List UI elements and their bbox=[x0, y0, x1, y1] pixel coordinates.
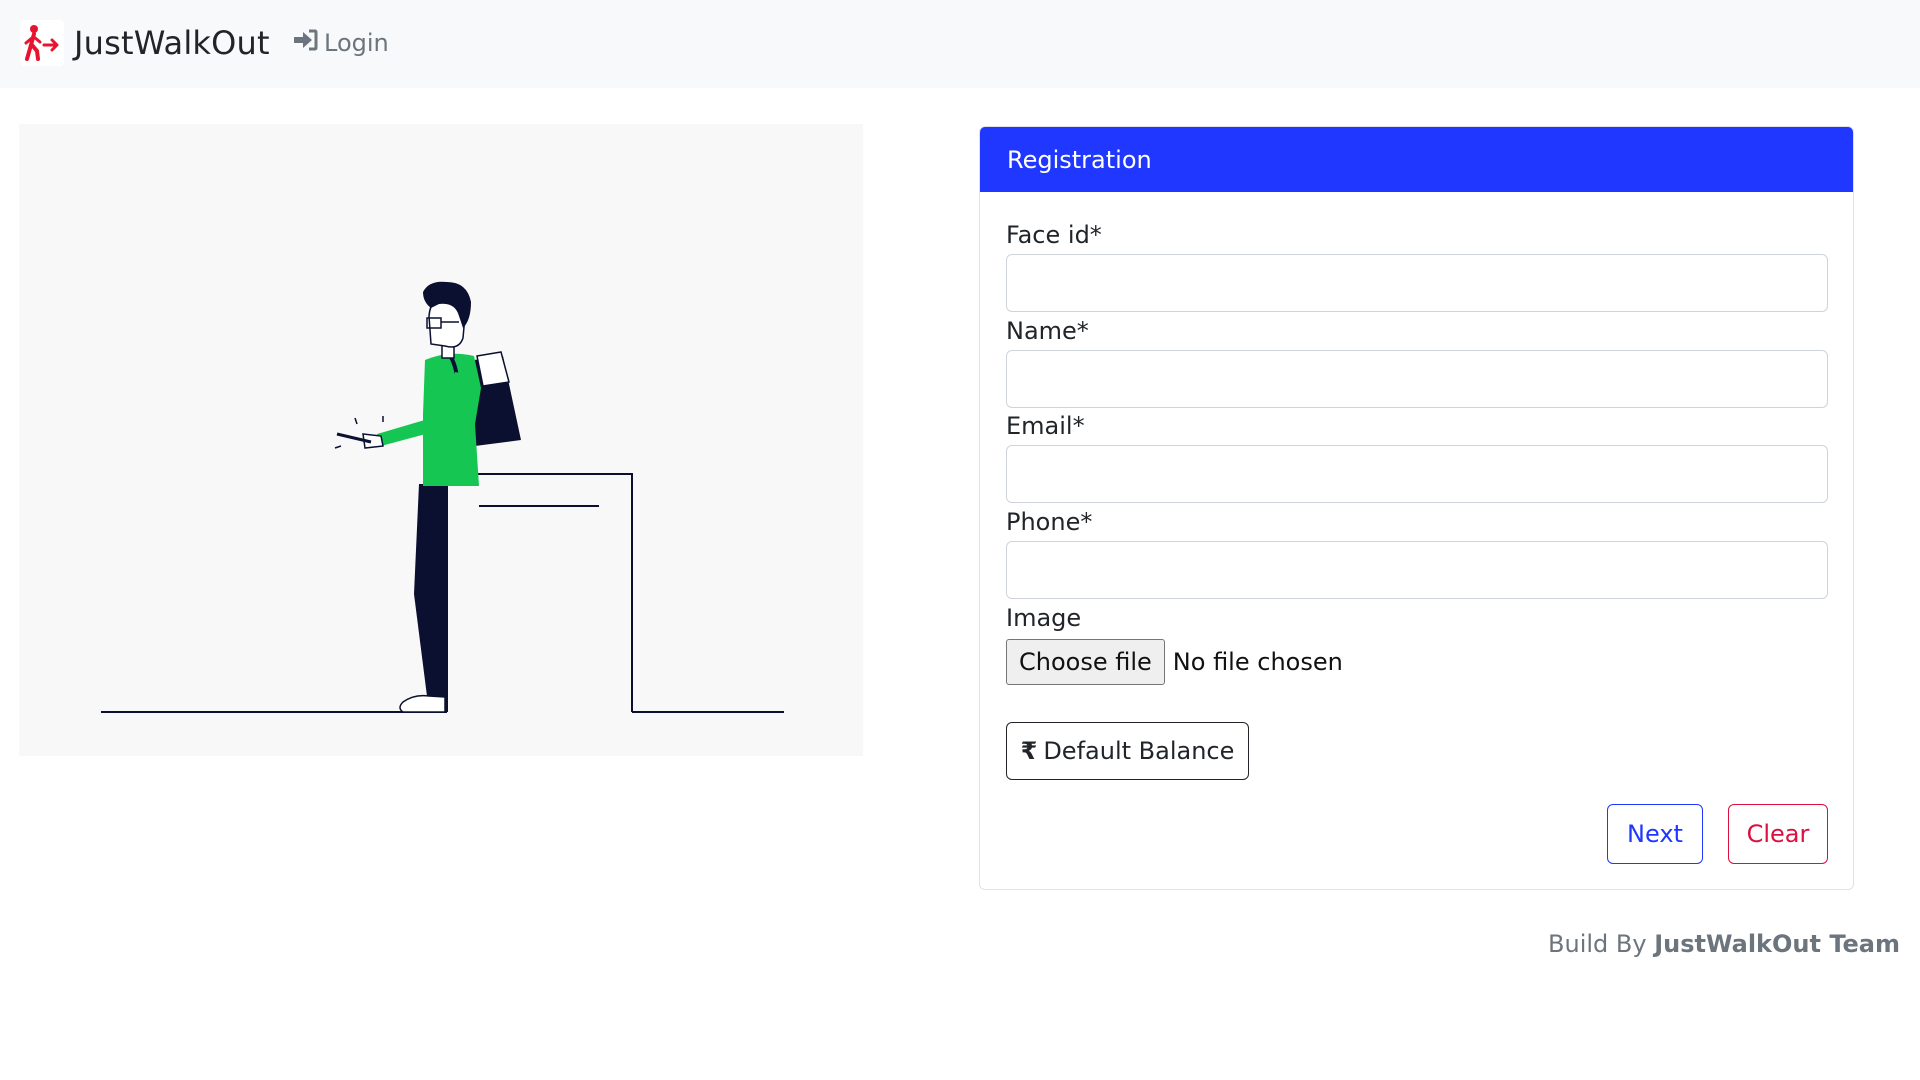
next-button[interactable]: Next bbox=[1607, 804, 1703, 864]
file-status-text: No file chosen bbox=[1172, 648, 1343, 676]
clear-button[interactable]: Clear bbox=[1728, 804, 1828, 864]
hero-illustration bbox=[19, 124, 863, 756]
image-label: Image bbox=[1006, 604, 1082, 632]
nav-login-label: Login bbox=[324, 29, 389, 57]
choose-file-button[interactable]: Choose file bbox=[1006, 639, 1165, 685]
top-navbar: JustWalkOut Login bbox=[0, 0, 1920, 88]
name-label: Name* bbox=[1006, 317, 1089, 345]
image-file-input: Choose file No file chosen bbox=[1006, 639, 1343, 685]
registration-card: Registration Face id* Name* Email* Phone… bbox=[979, 126, 1854, 890]
phone-input[interactable] bbox=[1006, 541, 1828, 599]
brand-name: JustWalkOut bbox=[74, 24, 270, 62]
face-id-input[interactable] bbox=[1006, 254, 1828, 312]
email-input[interactable] bbox=[1006, 445, 1828, 503]
face-id-label: Face id* bbox=[1006, 221, 1102, 249]
footer-team: JustWalkOut Team bbox=[1654, 930, 1900, 958]
nav-login-link[interactable]: Login bbox=[292, 26, 389, 60]
registration-title: Registration bbox=[1007, 145, 1152, 174]
registration-header: Registration bbox=[980, 127, 1853, 192]
rupee-icon: ₹ bbox=[1020, 737, 1038, 765]
sign-in-icon bbox=[292, 29, 324, 57]
phone-label: Phone* bbox=[1006, 508, 1093, 536]
walking-person-exit-icon bbox=[20, 20, 64, 66]
name-input[interactable] bbox=[1006, 350, 1828, 408]
footer-credit: Build By JustWalkOut Team bbox=[1548, 930, 1900, 958]
default-balance-button[interactable]: ₹ Default Balance bbox=[1006, 722, 1249, 780]
default-balance-label: Default Balance bbox=[1043, 737, 1235, 765]
footer-prefix: Build By bbox=[1548, 930, 1647, 958]
brand-link[interactable]: JustWalkOut bbox=[20, 20, 270, 66]
email-label: Email* bbox=[1006, 412, 1085, 440]
